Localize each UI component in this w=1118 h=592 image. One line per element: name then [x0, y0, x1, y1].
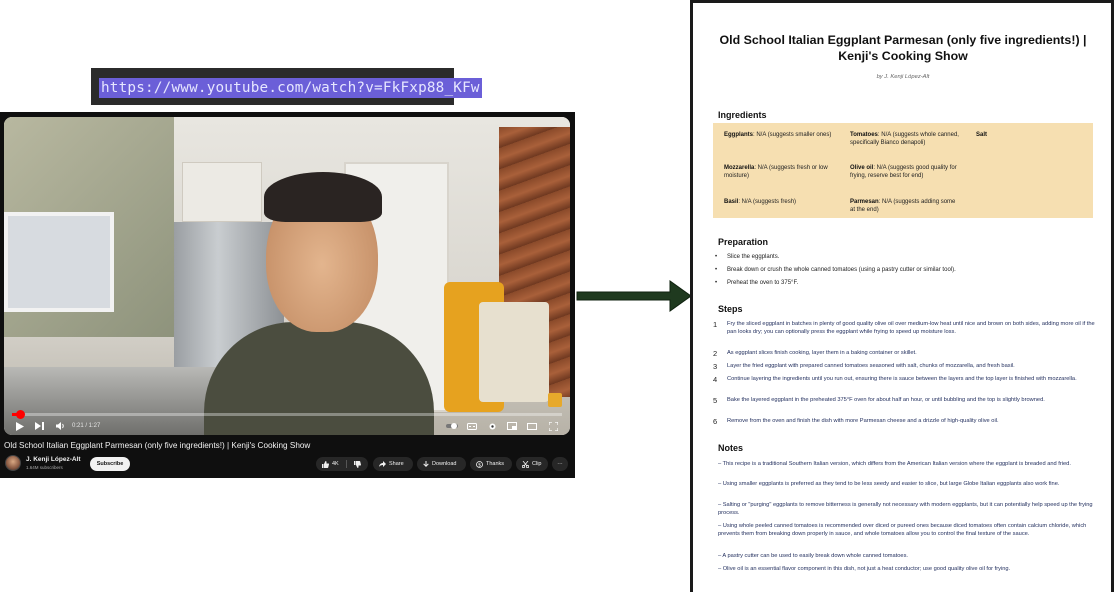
svg-text:$: $: [478, 462, 481, 468]
like-dislike-button[interactable]: 4K: [316, 457, 368, 471]
volume-icon[interactable]: [54, 419, 66, 433]
notes-heading: Notes: [718, 443, 744, 453]
step-number: 2: [713, 349, 718, 358]
step-text: Layer the fried eggplant with prepared c…: [727, 363, 1015, 369]
step-text: As eggplant slices finish cooking, layer…: [727, 350, 917, 356]
step-text: Remove from the oven and finish the dish…: [727, 418, 999, 424]
ingredient-item: Eggplants: N/A (suggests smaller ones): [724, 132, 832, 138]
channel-avatar[interactable]: [5, 455, 21, 471]
video-frame[interactable]: 0:21 / 1:27: [4, 117, 570, 435]
video-title: Old School Italian Eggplant Parmesan (on…: [4, 441, 311, 450]
preparation-item: Preheat the oven to 375°F.: [715, 279, 798, 287]
like-count: 4K: [332, 461, 339, 467]
step-number: 4: [713, 375, 718, 384]
note-item: – Using smaller eggplants is preferred a…: [718, 481, 1060, 487]
clip-label: Clip: [532, 461, 542, 467]
download-label: Download: [432, 461, 457, 467]
settings-gear-icon[interactable]: [486, 419, 498, 433]
note-item: – Olive oil is an essential flavor compo…: [718, 566, 1011, 572]
ingredient-item: Basil: N/A (suggests fresh): [724, 199, 797, 205]
progress-bar[interactable]: [12, 410, 562, 419]
video-scene-person-hair: [264, 172, 382, 222]
ingredient-item: Tomatoes: N/A (suggests whole canned, sp…: [850, 132, 959, 146]
screenshot-canvas: https://www.youtube.com/watch?v=FkFxp88_…: [0, 0, 1118, 592]
ingredient-item: Mozzarella: N/A (suggests fresh or low m…: [724, 165, 828, 179]
step-number: 5: [713, 396, 718, 405]
video-scene-cabinet: [182, 162, 262, 222]
step-text: Bake the layered eggplant in the preheat…: [727, 397, 1045, 403]
time-display: 0:21 / 1:27: [72, 423, 101, 429]
more-actions-button[interactable]: ···: [552, 457, 568, 471]
ingredients-heading: Ingredients: [718, 110, 767, 120]
more-icon: ···: [557, 461, 563, 467]
step-number: 1: [713, 320, 718, 329]
like-divider: [345, 460, 347, 468]
step-number: 6: [713, 417, 718, 426]
url-text[interactable]: https://www.youtube.com/watch?v=FkFxp88_…: [99, 78, 482, 98]
next-icon[interactable]: [33, 419, 45, 433]
channel-name[interactable]: J. Kenji López-Alt: [26, 456, 81, 464]
clip-button[interactable]: Clip: [516, 457, 548, 471]
thumbs-down-icon[interactable]: [353, 460, 361, 468]
player-controls: 0:21 / 1:27: [4, 417, 570, 435]
subscribe-button[interactable]: Subscribe: [90, 457, 130, 471]
super-thanks-icon: $: [476, 460, 483, 468]
play-icon[interactable]: [14, 419, 26, 433]
subscriber-count: 1.64M subscribers: [26, 465, 63, 470]
ingredient-item: Salt: [976, 132, 988, 138]
note-item: – Salting or "purging" eggplants to remo…: [718, 502, 1093, 516]
share-icon: [379, 461, 386, 467]
thumbs-up-icon[interactable]: [322, 460, 329, 468]
step-text: Fry the sliced eggplant in batches in pl…: [727, 321, 1095, 335]
autoplay-toggle-icon[interactable]: [445, 419, 459, 433]
fullscreen-icon[interactable]: [547, 419, 559, 433]
theater-mode-icon[interactable]: [526, 419, 538, 433]
ingredients-grid: Eggplants: N/A (suggests smaller ones) T…: [713, 123, 1093, 218]
url-bar[interactable]: https://www.youtube.com/watch?v=FkFxp88_…: [91, 68, 482, 105]
ingredient-item: Olive oil: N/A (suggests good quality fo…: [850, 165, 957, 179]
note-item: – This recipe is a traditional Southern …: [718, 461, 1071, 467]
recipe-byline: by J. Kenji López-Alt: [876, 74, 930, 80]
youtube-player-panel: 0:21 / 1:27 Old School Italian Eggplant …: [0, 112, 575, 478]
recipe-document: Old School Italian Eggplant Parmesan (on…: [690, 0, 1114, 592]
download-icon: [423, 460, 429, 468]
steps-heading: Steps: [718, 304, 743, 314]
share-label: Share: [389, 461, 404, 467]
ingredient-item: Parmesan: N/A (suggests adding some at t…: [850, 199, 956, 213]
recipe-title: Old School Italian Eggplant Parmesan (on…: [719, 33, 1087, 63]
preparation-item: Slice the eggplants.: [715, 253, 779, 261]
captions-icon[interactable]: [466, 419, 478, 433]
thanks-button[interactable]: $ Thanks: [470, 457, 512, 471]
note-item: – Using whole peeled canned tomatoes is …: [718, 523, 1087, 537]
video-scene-window: [4, 212, 114, 312]
right-arrow-icon: [576, 280, 692, 312]
preparation-heading: Preparation: [718, 237, 769, 247]
note-item: – A pastry cutter can be used to easily …: [718, 553, 909, 559]
thanks-label: Thanks: [486, 461, 505, 467]
preparation-item: Break down or crush the whole canned tom…: [715, 266, 956, 274]
share-button[interactable]: Share: [373, 457, 413, 471]
video-scene-tote-bag: [479, 302, 549, 402]
miniplayer-icon[interactable]: [506, 419, 518, 433]
scissors-icon: [522, 460, 529, 468]
step-number: 3: [713, 362, 718, 371]
channel-watermark-icon[interactable]: [548, 393, 562, 407]
download-button[interactable]: Download: [417, 457, 466, 471]
step-text: Continue layering the ingredients until …: [727, 376, 1077, 382]
